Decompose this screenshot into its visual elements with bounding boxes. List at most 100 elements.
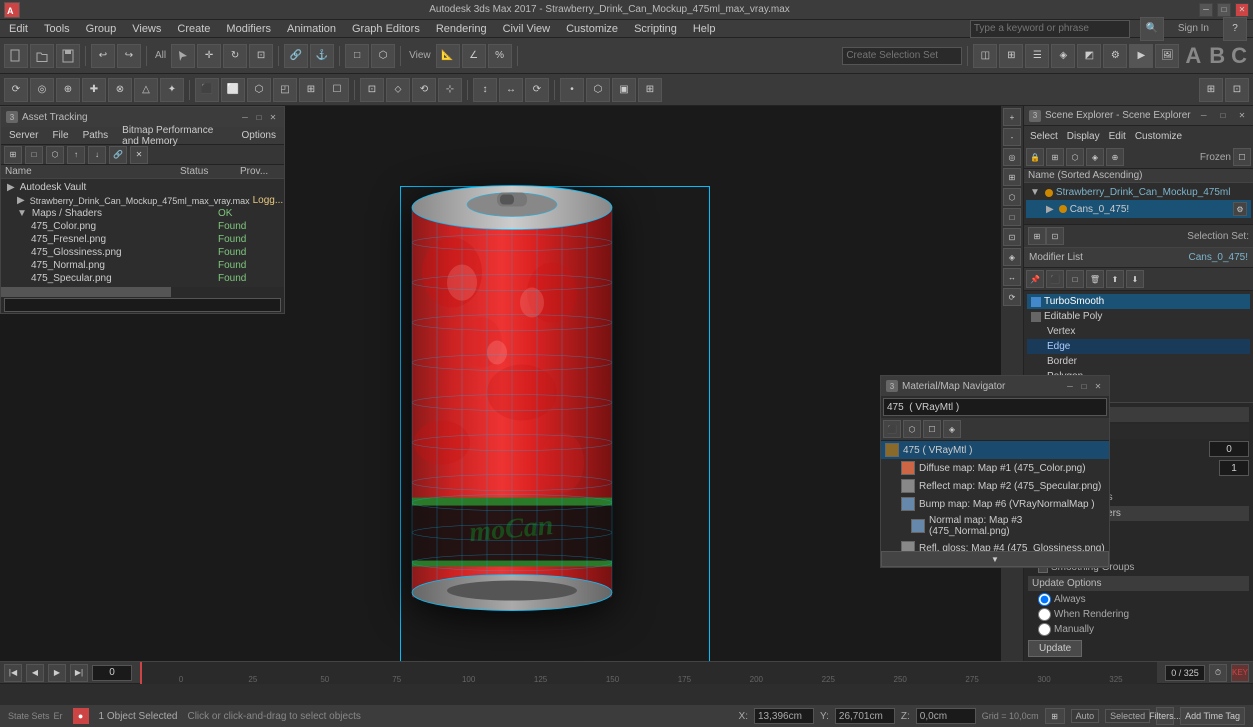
mat-expand-btn[interactable]: ▼: [881, 551, 1109, 567]
tools2-b5[interactable]: ⊞: [299, 78, 323, 102]
asset-fresnel[interactable]: 475_Fresnel.png Found: [3, 233, 282, 246]
add-time-tag-btn[interactable]: Add Time Tag: [1180, 707, 1245, 725]
vt-btn1[interactable]: +: [1003, 108, 1021, 126]
timeline-track[interactable]: 0 25 50 75 100 125 150 175 200 225 250 2…: [140, 662, 1157, 684]
tl-next-btn[interactable]: ▶|: [70, 664, 88, 682]
mod-edge[interactable]: Edge: [1027, 339, 1250, 354]
redo-btn[interactable]: ↪: [117, 44, 141, 68]
tools2-verts[interactable]: •: [560, 78, 584, 102]
tools2-b8[interactable]: ⬦: [386, 78, 410, 102]
se-btn2[interactable]: ⊞: [1046, 148, 1064, 166]
snap-btn[interactable]: 📐: [436, 44, 460, 68]
scene-explorer-footer-btn[interactable]: ⊞: [1028, 227, 1046, 245]
new-file-btn[interactable]: [4, 44, 28, 68]
tools2-sel[interactable]: ⬜: [221, 78, 245, 102]
mod-btn6[interactable]: ⬇: [1126, 270, 1144, 288]
tools2-btn6[interactable]: △: [134, 78, 158, 102]
tools2-create[interactable]: ⬛: [195, 78, 219, 102]
undo-btn[interactable]: ↩: [91, 44, 115, 68]
tools2-b6[interactable]: ☐: [325, 78, 349, 102]
tools2-b9[interactable]: ⟲: [412, 78, 436, 102]
rotate-btn[interactable]: ↻: [223, 44, 247, 68]
asset-tb1[interactable]: ⊞: [4, 146, 22, 164]
asset-tb5[interactable]: ↓: [88, 146, 106, 164]
asset-tb7[interactable]: ✕: [130, 146, 148, 164]
mod-delete-btn[interactable]: 🗑: [1086, 270, 1104, 288]
ts-rendering-radio[interactable]: [1038, 608, 1051, 621]
tools2-b12[interactable]: ↔: [499, 78, 523, 102]
scale-btn[interactable]: ⊡: [249, 44, 273, 68]
vt-btn5[interactable]: ⬡: [1003, 188, 1021, 206]
vt-btn8[interactable]: ◈: [1003, 248, 1021, 266]
scene-explorer-max[interactable]: □: [1217, 110, 1229, 122]
tools2-b11[interactable]: ↕: [473, 78, 497, 102]
save-btn[interactable]: [56, 44, 80, 68]
asset-scrollbar[interactable]: [1, 287, 284, 297]
asset-minimize[interactable]: ─: [239, 111, 251, 123]
asset-search[interactable]: [4, 298, 281, 312]
menu-create[interactable]: Create: [174, 23, 213, 35]
mat-tb3[interactable]: ☐: [923, 420, 941, 438]
tl-keytime-btn[interactable]: ⏱: [1209, 664, 1227, 682]
ts-iterations-input[interactable]: [1209, 441, 1249, 457]
graph-btn[interactable]: ◈: [1051, 44, 1075, 68]
scene-explorer-close[interactable]: ✕: [1236, 110, 1248, 122]
angle-snap-btn[interactable]: ∠: [462, 44, 486, 68]
menu-group[interactable]: Group: [83, 23, 120, 35]
render-btn[interactable]: ▶: [1129, 44, 1153, 68]
record-btn[interactable]: ●: [73, 708, 89, 724]
wire-mode-btn[interactable]: ⬡: [371, 44, 395, 68]
align-btn[interactable]: ⊞: [999, 44, 1023, 68]
vt-btn4[interactable]: ⊞: [1003, 168, 1021, 186]
mod-btn2[interactable]: ⬛: [1046, 270, 1064, 288]
total-frames-display[interactable]: 0 / 325: [1165, 665, 1205, 681]
tools2-playback[interactable]: ⊞: [1199, 78, 1223, 102]
asset-vault[interactable]: ▶ Autodesk Vault: [3, 181, 282, 194]
asset-bitmap[interactable]: Bitmap Performance and Memory: [119, 125, 230, 147]
ts-always-radio[interactable]: [1038, 593, 1051, 606]
asset-options[interactable]: Options: [239, 130, 279, 141]
mod-btn5[interactable]: ⬆: [1106, 270, 1124, 288]
asset-specular[interactable]: 475_Specular.png Found: [3, 272, 282, 285]
vt-btn6[interactable]: □: [1003, 208, 1021, 226]
tools2-edges[interactable]: ⬡: [586, 78, 610, 102]
link-btn[interactable]: 🔗: [284, 44, 308, 68]
x-coord[interactable]: 13,396cm: [754, 708, 814, 724]
mat-item-refl-gloss[interactable]: Refl. gloss: Map #4 (475_Glossiness.png): [881, 539, 1109, 551]
mod-pin-btn[interactable]: 📌: [1026, 270, 1044, 288]
tools2-uvw[interactable]: ⊞: [638, 78, 662, 102]
ts-manually-radio[interactable]: [1038, 623, 1051, 636]
tools2-b3[interactable]: ⬡: [247, 78, 271, 102]
tl-autokey-btn[interactable]: KEY: [1231, 664, 1249, 682]
menu-tools[interactable]: Tools: [41, 23, 73, 35]
mod-vertex[interactable]: Vertex: [1027, 324, 1250, 339]
menu-customize[interactable]: Customize: [563, 23, 621, 35]
close-btn[interactable]: ✕: [1235, 3, 1249, 17]
mod-editable-poly[interactable]: Editable Poly: [1027, 309, 1250, 324]
quickrender-btn[interactable]: 🖼: [1155, 44, 1179, 68]
asset-glossiness[interactable]: 475_Glossiness.png Found: [3, 246, 282, 259]
se-btn4[interactable]: ◈: [1086, 148, 1104, 166]
menu-civil-view[interactable]: Civil View: [500, 23, 553, 35]
tools2-b10[interactable]: ⊹: [438, 78, 462, 102]
tools2-b4[interactable]: ◰: [273, 78, 297, 102]
mod-btn3[interactable]: □: [1066, 270, 1084, 288]
scene-explorer-minimize[interactable]: ─: [1198, 110, 1210, 122]
mat-max[interactable]: □: [1078, 380, 1090, 392]
asset-normal[interactable]: 475_Normal.png Found: [3, 259, 282, 272]
se-btn3[interactable]: ⬡: [1066, 148, 1084, 166]
menu-help[interactable]: Help: [690, 23, 719, 35]
z-coord[interactable]: 0,0cm: [916, 708, 976, 724]
tools2-btn4[interactable]: ✚: [82, 78, 106, 102]
tl-prev-btn[interactable]: ◀: [26, 664, 44, 682]
scene-item-cans[interactable]: ▶ Cans_0_475! ⚙: [1026, 200, 1251, 218]
selection-set-input[interactable]: [842, 47, 962, 65]
mat-tb2[interactable]: ⬡: [903, 420, 921, 438]
menu-modifiers[interactable]: Modifiers: [223, 23, 274, 35]
asset-max-file[interactable]: ▶ Strawberry_Drink_Can_Mockup_475ml_max_…: [3, 194, 282, 207]
menu-views[interactable]: Views: [129, 23, 164, 35]
menu-scripting[interactable]: Scripting: [631, 23, 680, 35]
vt-btn2[interactable]: -: [1003, 128, 1021, 146]
grid-snap-btn[interactable]: ⊞: [1045, 708, 1065, 724]
se-btn6[interactable]: ☐: [1233, 148, 1251, 166]
